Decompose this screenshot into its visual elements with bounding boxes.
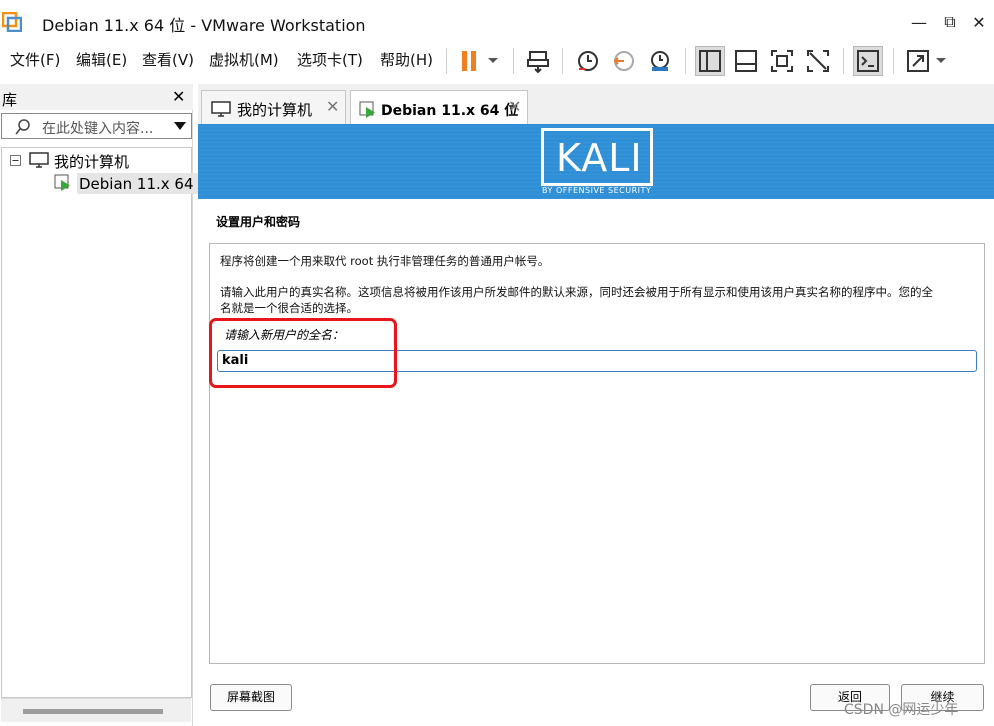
menu-vm[interactable]: 虚拟机(M) — [209, 49, 279, 70]
screenshot-button[interactable]: 屏幕截图 — [210, 684, 292, 711]
snapshot-clock-icon — [578, 51, 598, 71]
fullscreen-icon — [771, 50, 793, 72]
scrollbar-thumb[interactable] — [23, 709, 163, 714]
title-bar: Debian 11.x 64 位 - VMware Workstation — … — [0, 0, 994, 44]
menu-tabs[interactable]: 选项卡(T) — [297, 49, 363, 70]
toolbar-separator — [513, 48, 514, 74]
kali-logo-text: KALI — [556, 136, 643, 180]
menu-file[interactable]: 文件(F) — [10, 49, 60, 70]
thumbnail-bar-button[interactable] — [731, 46, 761, 76]
unity-disabled-icon — [807, 50, 829, 72]
restore-button[interactable]: ⧉ — [937, 10, 963, 34]
search-dropdown-icon[interactable] — [174, 122, 186, 130]
toolbar-separator — [562, 48, 563, 74]
snapshot-manager-icon — [651, 51, 669, 71]
stretch-guest-button[interactable] — [903, 46, 933, 76]
search-placeholder: 在此处键入内容... — [42, 121, 154, 137]
revert-snapshot-button[interactable] — [609, 46, 639, 76]
revert-clock-icon — [613, 51, 634, 71]
computer-icon — [211, 101, 231, 117]
search-icon — [15, 119, 30, 135]
collapse-icon[interactable] — [10, 155, 21, 166]
vm-running-icon — [54, 174, 70, 191]
library-close-button[interactable]: ✕ — [172, 87, 185, 106]
computer-icon — [29, 152, 49, 168]
watermark: CSDN @网运少年 — [844, 702, 959, 718]
expand-icon — [907, 50, 929, 72]
pause-button[interactable] — [454, 46, 484, 76]
kali-banner: KALI BY OFFENSIVE SECURITY — [198, 124, 994, 199]
restore-icon: ⧉ — [944, 12, 956, 31]
terminal-icon — [857, 50, 879, 72]
vmware-app-icon — [2, 12, 22, 32]
toolbar-separator — [893, 48, 894, 74]
section-title: 设置用户和密码 — [216, 215, 301, 229]
instruction-text-line1: 请输入此用户的真实名称。这项信息将被用作该用户所发邮件的默认来源，同时还会被用于… — [220, 285, 933, 299]
stretch-dropdown[interactable] — [930, 46, 952, 76]
take-snapshot-button[interactable] — [573, 46, 603, 76]
minimize-icon: — — [911, 12, 927, 32]
sidebar-layout-icon — [699, 50, 721, 72]
library-horizontal-scrollbar[interactable] — [1, 698, 191, 722]
installer-form: 程序将创建一个用来取代 root 执行非管理任务的普通用户帐号。 请输入此用户的… — [209, 243, 985, 664]
unity-mode-button[interactable] — [803, 46, 833, 76]
tab-my-computer[interactable]: 我的计算机 ✕ — [201, 90, 346, 124]
library-tree: 我的计算机 Debian 11.x 64 位 — [1, 147, 216, 698]
send-ctrl-alt-del-button[interactable] — [523, 46, 553, 76]
bottom-panel-layout-icon — [735, 50, 757, 72]
tab-debian-vm[interactable]: Debian 11.x 64 位 ✕ — [350, 90, 528, 124]
menu-toolbar: 文件(F) 编辑(E) 查看(V) 虚拟机(M) 选项卡(T) 帮助(H) — [0, 44, 994, 76]
library-header: 库 ✕ — [0, 84, 193, 110]
toolbar-separator — [843, 48, 844, 74]
pause-dropdown[interactable] — [482, 46, 504, 76]
window-title: Debian 11.x 64 位 - VMware Workstation — [42, 16, 366, 35]
chevron-down-icon — [488, 58, 498, 63]
kali-logo-subtitle: BY OFFENSIVE SECURITY — [542, 186, 652, 195]
kali-logo: KALI BY OFFENSIVE SECURITY — [541, 128, 653, 195]
tab-close-icon[interactable]: ✕ — [326, 97, 339, 116]
menu-help[interactable]: 帮助(H) — [380, 49, 433, 70]
snapshot-manager-button[interactable] — [645, 46, 675, 76]
minimize-button[interactable]: — — [906, 10, 932, 34]
highlight-annotation-box — [209, 318, 397, 388]
tree-item-my-computer[interactable]: 我的计算机 — [54, 151, 129, 172]
close-icon: ✕ — [972, 12, 986, 32]
tab-close-icon[interactable]: ✕ — [508, 97, 521, 116]
kali-logo-frame: KALI — [541, 128, 653, 186]
tab-label: 我的计算机 — [237, 101, 313, 119]
menu-view[interactable]: 查看(V) — [142, 49, 194, 70]
pause-icon — [462, 51, 476, 71]
full-screen-button[interactable] — [767, 46, 797, 76]
network-keyboard-icon — [527, 51, 549, 73]
console-view-button[interactable] — [853, 46, 883, 76]
menu-edit[interactable]: 编辑(E) — [76, 49, 127, 70]
chevron-down-icon — [936, 58, 946, 63]
tab-strip: 我的计算机 ✕ Debian 11.x 64 位 ✕ — [198, 84, 994, 124]
close-window-button[interactable]: ✕ — [966, 10, 992, 34]
instruction-text-line2: 名就是一个很合适的选择。 — [220, 301, 358, 315]
vm-display[interactable]: KALI BY OFFENSIVE SECURITY 设置用户和密码 程序将创建… — [198, 124, 994, 726]
toolbar-separator — [685, 48, 686, 74]
vm-running-icon — [359, 101, 375, 118]
library-search-input[interactable]: 在此处键入内容... — [1, 113, 192, 139]
tree-item-debian-vm[interactable]: Debian 11.x 64 位 — [77, 173, 216, 194]
intro-text: 程序将创建一个用来取代 root 执行非管理任务的普通用户帐号。 — [220, 254, 550, 268]
library-panel: 库 ✕ 在此处键入内容... 我的计算机 Debian 11.x 64 位 — [0, 84, 216, 726]
show-library-button[interactable] — [695, 46, 725, 76]
library-title: 库 — [2, 91, 18, 109]
toolbar-separator — [446, 48, 447, 74]
tab-label: Debian 11.x 64 位 — [381, 103, 519, 119]
